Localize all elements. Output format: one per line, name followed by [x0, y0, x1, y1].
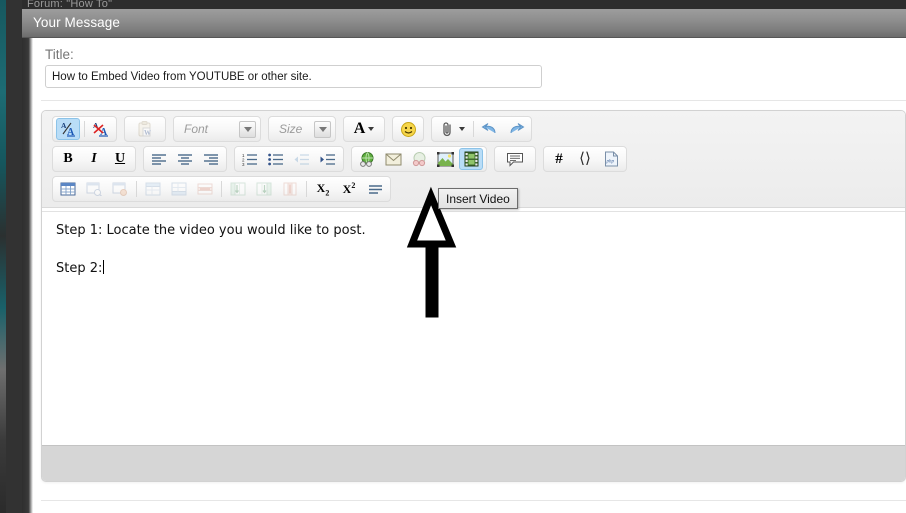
- spellcheck-toggle-icon[interactable]: A A: [56, 118, 80, 140]
- insert-code-icon[interactable]: ⟨⟩: [573, 148, 597, 170]
- font-size-select[interactable]: Size: [271, 118, 333, 140]
- delete-row-icon[interactable]: [193, 178, 217, 200]
- italic-icon[interactable]: I: [82, 148, 106, 170]
- toolbar-group-quote: [494, 146, 536, 172]
- align-center-icon[interactable]: [173, 148, 197, 170]
- toolbar-group-insert-media: [351, 146, 487, 172]
- insert-column-before-icon[interactable]: [226, 178, 250, 200]
- outdent-icon[interactable]: [290, 148, 314, 170]
- svg-text:W: W: [144, 129, 151, 137]
- bold-icon[interactable]: B: [56, 148, 80, 170]
- indent-icon[interactable]: [316, 148, 340, 170]
- toolbar-group-lists: 1 2 3: [234, 146, 344, 172]
- page-title: Your Message: [33, 15, 121, 30]
- tooltip-insert-video: Insert Video: [438, 188, 518, 209]
- superscript-icon[interactable]: X2: [337, 178, 361, 200]
- emoticon-icon[interactable]: [396, 118, 420, 140]
- insert-video-icon[interactable]: [459, 148, 483, 170]
- delete-table-icon[interactable]: [108, 178, 132, 200]
- toolbar-separator: [136, 181, 137, 197]
- left-edge-dark-strip: [6, 0, 22, 513]
- rich-text-editor: A A A A: [41, 110, 906, 482]
- toolbar-group-alignment: [143, 146, 227, 172]
- toolbar-separator: [221, 181, 222, 197]
- text-caret: [103, 259, 105, 274]
- divider-bottom: [41, 500, 906, 501]
- title-input[interactable]: [45, 65, 542, 88]
- insert-row-before-icon[interactable]: [141, 178, 165, 200]
- toolbar-row-1: A A A A: [46, 116, 901, 142]
- toolbar-separator: [306, 181, 307, 197]
- toolbar-group-text-style: B I U: [52, 146, 136, 172]
- redo-icon[interactable]: [504, 118, 528, 140]
- toolbar-group-table: X2 X2: [52, 176, 391, 202]
- insert-image-icon[interactable]: [433, 148, 457, 170]
- message-line-2-text: Step 2:: [56, 260, 103, 276]
- subscript-icon[interactable]: X2: [311, 178, 335, 200]
- unordered-list-icon[interactable]: [264, 148, 288, 170]
- message-body-editor[interactable]: Step 1: Locate the video you would like …: [42, 211, 905, 445]
- editor-status-bar: [42, 445, 905, 481]
- svg-text:3: 3: [242, 162, 245, 166]
- top-dark-bar: [22, 0, 906, 9]
- font-family-select[interactable]: Font: [176, 118, 258, 140]
- insert-hash-icon[interactable]: #: [547, 148, 571, 170]
- toolbar-row-2: B I U 1 2 3 # ⟨⟩ php: [46, 146, 901, 172]
- left-edge-gradient-strip: [22, 0, 33, 513]
- toolbar-group-paste: W: [124, 116, 166, 142]
- form-content: Title: A A: [33, 38, 906, 513]
- insert-quote-icon[interactable]: [498, 148, 532, 170]
- svg-text:php: php: [605, 160, 614, 165]
- page-root: Forum: "How To" Your Message Title: A A: [0, 0, 906, 513]
- remove-formatting-icon[interactable]: A A: [89, 118, 113, 140]
- toolbar-group-emoticon: [392, 116, 424, 142]
- toolbar-group-font-family: Font: [173, 116, 261, 142]
- divider-top: [41, 100, 906, 101]
- underline-icon[interactable]: U: [108, 148, 132, 170]
- message-line-1: Step 1: Locate the video you would like …: [56, 223, 366, 238]
- justify-icon[interactable]: [363, 178, 387, 200]
- ordered-list-icon[interactable]: 1 2 3: [238, 148, 262, 170]
- toolbar-separator: [84, 121, 85, 137]
- undo-icon[interactable]: [478, 118, 502, 140]
- insert-column-after-icon[interactable]: [252, 178, 276, 200]
- toolbar-group-font-size: Size: [268, 116, 336, 142]
- toolbar-group-spelling: A A A A: [52, 116, 117, 142]
- insert-link-icon[interactable]: [355, 148, 379, 170]
- title-label: Title:: [45, 47, 74, 62]
- remove-link-icon[interactable]: [407, 148, 431, 170]
- chevron-down-icon[interactable]: [314, 120, 331, 138]
- align-right-icon[interactable]: [199, 148, 223, 170]
- attach-file-icon[interactable]: [435, 118, 469, 140]
- insert-email-icon[interactable]: [381, 148, 405, 170]
- paste-from-word-icon[interactable]: W: [128, 118, 162, 140]
- toolbar-group-code: # ⟨⟩ php: [543, 146, 627, 172]
- table-properties-icon[interactable]: [82, 178, 106, 200]
- toolbar-separator: [473, 121, 474, 137]
- message-line-2: Step 2:: [56, 259, 891, 276]
- insert-row-after-icon[interactable]: [167, 178, 191, 200]
- chevron-down-icon[interactable]: [239, 120, 256, 138]
- panel-header: [22, 9, 906, 38]
- insert-table-icon[interactable]: [56, 178, 80, 200]
- text-color-icon[interactable]: A: [347, 118, 381, 140]
- font-size-label: Size: [279, 122, 303, 136]
- toolbar-group-text-color: A: [343, 116, 385, 142]
- toolbar-group-attach-undo: [431, 116, 532, 142]
- delete-column-icon[interactable]: [278, 178, 302, 200]
- align-left-icon[interactable]: [147, 148, 171, 170]
- insert-php-icon[interactable]: php: [599, 148, 623, 170]
- font-family-label: Font: [184, 122, 209, 136]
